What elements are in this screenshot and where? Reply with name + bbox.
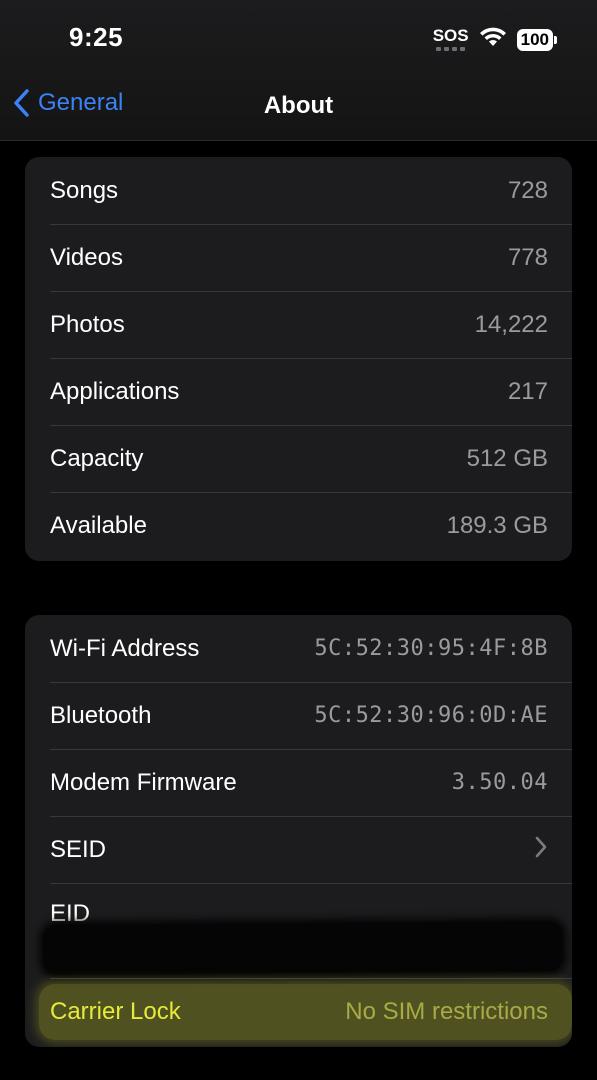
row-bluetooth[interactable]: Bluetooth 5C:52:30:96:0D:AE <box>25 682 572 749</box>
row-value: 217 <box>507 377 548 405</box>
signal-dots-icon <box>436 47 466 51</box>
sos-indicator: SOS <box>432 26 469 51</box>
battery-indicator: 100 <box>516 28 557 51</box>
top-bar: 9:25 SOS 100 General About <box>0 0 597 141</box>
row-value: 778 <box>507 243 548 271</box>
row-capacity: Capacity 512 GB <box>25 425 572 492</box>
wifi-icon <box>479 26 507 53</box>
status-time: 9:25 <box>69 22 124 52</box>
row-carrier-lock: Carrier Lock No SIM restrictions <box>25 978 572 1045</box>
chevron-left-icon <box>12 88 32 118</box>
row-value: 728 <box>507 176 548 204</box>
row-available: Available 189.3 GB <box>25 492 572 559</box>
row-applications: Applications 217 <box>25 358 572 425</box>
row-value: 5C:52:30:96:0D:AE <box>314 703 548 728</box>
status-indicators: SOS 100 <box>433 26 557 53</box>
row-wifi-address[interactable]: Wi-Fi Address 5C:52:30:95:4F:8B <box>25 615 572 682</box>
row-photos: Photos 14,222 <box>25 291 572 358</box>
media-info-group: Songs 728 Videos 778 Photos 14,222 Appli… <box>25 157 572 561</box>
row-value: 14,222 <box>474 310 548 338</box>
row-value: 189.3 GB <box>446 511 548 539</box>
row-label: Songs <box>50 176 119 204</box>
redaction-mark <box>42 921 564 975</box>
row-label: Photos <box>50 310 125 338</box>
battery-tip <box>554 35 557 44</box>
row-label: Capacity <box>50 444 144 472</box>
chevron-right-icon <box>534 835 548 864</box>
back-label: General <box>38 89 124 116</box>
row-label: Carrier Lock <box>50 997 181 1025</box>
row-value: 512 GB <box>466 444 548 472</box>
row-label: Bluetooth <box>50 701 152 729</box>
row-videos: Videos 778 <box>25 224 572 291</box>
row-value: 3.50.04 <box>451 770 548 795</box>
row-label: Available <box>50 511 147 539</box>
about-screen: 9:25 SOS 100 General About Songs 728 Vid… <box>0 0 597 1080</box>
row-label: EID <box>50 900 91 927</box>
back-button[interactable]: General <box>12 88 123 118</box>
row-value: 5C:52:30:95:4F:8B <box>314 636 548 661</box>
row-modem-firmware[interactable]: Modem Firmware 3.50.04 <box>25 749 572 816</box>
battery-level: 100 <box>516 28 553 51</box>
row-seid[interactable]: SEID <box>25 816 572 883</box>
row-label: SEID <box>50 835 107 863</box>
row-label: Wi-Fi Address <box>50 634 200 662</box>
row-eid[interactable]: EID <box>25 883 572 978</box>
row-label: Modem Firmware <box>50 768 237 796</box>
row-label: Videos <box>50 243 123 271</box>
row-value: No SIM restrictions <box>345 997 548 1025</box>
network-info-group: Wi-Fi Address 5C:52:30:95:4F:8B Bluetoot… <box>25 615 572 1047</box>
sos-label: SOS <box>432 26 469 45</box>
row-songs: Songs 728 <box>25 157 572 224</box>
row-label: Applications <box>50 377 180 405</box>
